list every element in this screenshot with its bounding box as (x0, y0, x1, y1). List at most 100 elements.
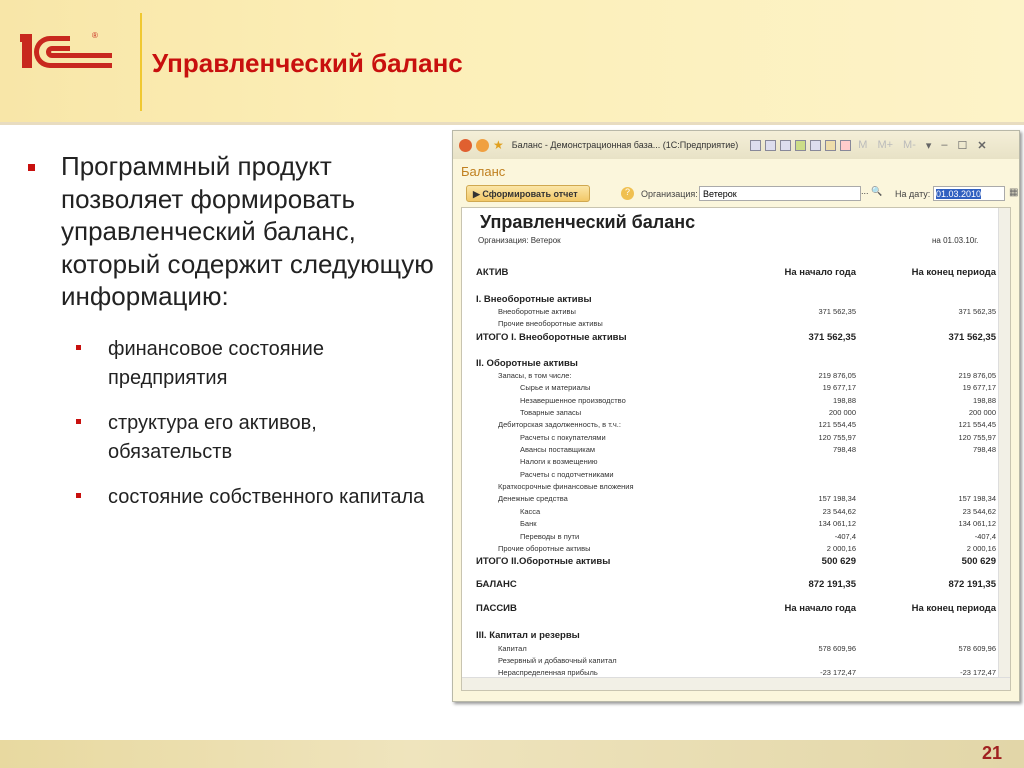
report-organization: Организация: Ветерок (478, 236, 561, 245)
vertical-scrollbar[interactable] (998, 208, 1010, 678)
row-end-value: На конец периода (911, 266, 996, 278)
organization-select-buttons[interactable]: ... 🔍 (861, 186, 882, 197)
generate-report-button[interactable]: ▶ Сформировать отчет (466, 185, 590, 202)
organization-label: Организация: (641, 189, 698, 199)
row-label: Банк (520, 519, 537, 529)
horizontal-scrollbar[interactable] (462, 677, 1010, 690)
row-start-value: 219 876,05 (818, 371, 856, 381)
date-label: На дату: (895, 189, 931, 199)
calendar-icon[interactable]: ▦ (1009, 187, 1018, 198)
report-row: Сырье и материалы 19 677,17 19 677,17 (476, 382, 996, 394)
preview-icon[interactable] (780, 139, 792, 151)
row-label: Касса (520, 506, 541, 516)
report-row: Банк 134 061,12 134 061,12 (476, 518, 996, 530)
sub-bullet: структура его активов, обязательств (76, 409, 438, 467)
row-end-value: 371 562,35 (948, 331, 996, 343)
favorites-star-icon[interactable]: ★ (493, 138, 504, 152)
minimize-button[interactable]: – (941, 139, 947, 151)
row-label: ИТОГО II.Оборотные активы (476, 556, 611, 568)
report-row: Резервный и добавочный капитал (476, 654, 996, 666)
row-start-value: 198,88 (833, 395, 856, 405)
row-end-value: 19 677,17 (962, 383, 996, 393)
report-row: Прочие внеоборотные активы (476, 318, 996, 330)
dropdown-icon[interactable]: ▾ (926, 139, 932, 152)
form-title: Баланс (461, 164, 506, 179)
row-label: Краткосрочные финансовые вложения (498, 482, 634, 492)
row-end-value: 23 544,62 (962, 506, 996, 516)
row-start-value: 371 562,35 (818, 307, 856, 317)
report-row: Внеоборотные активы 371 562,35 371 562,35 (476, 305, 996, 317)
row-end-value: 872 191,35 (948, 579, 996, 591)
date-input[interactable]: 01.03.2010 (933, 186, 1005, 201)
add-favorite-icon[interactable] (795, 139, 807, 151)
bullet-main: Программный продукт позволяет формироват… (28, 150, 438, 313)
row-end-value: 157 198,34 (958, 494, 996, 504)
help-icon[interactable]: ? (621, 187, 634, 200)
row-label: Нераспределенная прибыль (498, 668, 598, 678)
row-end-value: 798,48 (973, 445, 996, 455)
row-end-value: 121 554,45 (958, 420, 996, 430)
report-row: Расчеты с покупателями 120 755,97 120 755,… (476, 431, 996, 443)
row-start-value: 872 191,35 (808, 579, 856, 591)
1c-logo: ® (20, 31, 112, 68)
print-icon[interactable] (765, 139, 777, 151)
row-end-value: 120 755,97 (958, 432, 996, 442)
sub-bullet: состояние собственного капитала (76, 483, 438, 512)
maximize-button[interactable]: ☐ (958, 139, 968, 152)
memory-minus-button[interactable]: M- (903, 139, 916, 151)
close-button[interactable]: ✕ (977, 139, 986, 152)
calendar-icon[interactable] (840, 139, 852, 151)
calculator-icon[interactable] (825, 139, 837, 151)
row-start-value: 134 061,12 (818, 519, 856, 529)
row-label: АКТИВ (476, 266, 509, 278)
row-label: Незавершенное производство (520, 395, 626, 405)
row-end-value: 371 562,35 (958, 307, 996, 317)
report-row: АКТИВ На начало года На конец периода (476, 264, 996, 280)
row-label: Переводы в пути (520, 531, 580, 541)
row-start-value: 578 609,96 (818, 643, 856, 653)
report-row: ИТОГО II.Оборотные активы 500 629 500 629 (476, 555, 996, 569)
row-end-value: 500 629 (961, 556, 996, 568)
divider (140, 13, 142, 111)
memory-plus-button[interactable]: M+ (877, 139, 893, 151)
report-date: на 01.03.10г. (932, 236, 979, 245)
row-label: I. Внеоборотные активы (476, 293, 592, 305)
row-start-value: 121 554,45 (818, 420, 856, 430)
row-label: Запасы, в том числе: (498, 371, 572, 381)
link-icon[interactable] (810, 139, 822, 151)
row-start-value: На начало года (784, 603, 856, 615)
svg-text:®: ® (92, 31, 98, 40)
report-table: АКТИВ На начало года На конец периода I. Вн… (476, 256, 996, 679)
date-value: 01.03.2010 (936, 189, 982, 199)
row-label: Расчеты с подотчетниками (520, 469, 614, 479)
row-label: ИТОГО I. Внеоборотные активы (476, 331, 627, 343)
report-row: Товарные запасы 200 000 200 000 (476, 406, 996, 418)
row-start-value: -407,4 (834, 531, 856, 541)
page-number: 21 (981, 743, 1002, 763)
row-start-value: 371 562,35 (808, 331, 856, 343)
slide-footer: 21 (0, 740, 1024, 768)
row-label: II. Оборотные активы (476, 357, 578, 369)
row-end-value: 200 000 (968, 408, 996, 418)
slide-title: Управленческий баланс (152, 48, 463, 78)
report-row: Дебиторская задолженность, в т.ч.: 121 55… (476, 419, 996, 431)
report-row: Капитал 578 609,96 578 609,96 (476, 642, 996, 654)
report-row: ИТОГО I. Внеоборотные активы 371 562,35 37… (476, 330, 996, 344)
row-end-value: -407,4 (974, 531, 996, 541)
report-area: Управленческий баланс Организация: Ветер… (461, 207, 1011, 691)
menu-icon[interactable] (476, 138, 489, 152)
title-bar: ★ Баланс - Демонстрационная база... (1С:… (453, 131, 1019, 159)
memory-button[interactable]: M (858, 139, 867, 151)
row-end-value: 219 876,05 (958, 371, 996, 381)
save-icon[interactable] (750, 139, 762, 151)
row-start-value: -23 172,47 (820, 668, 856, 678)
row-start-value: 157 198,34 (818, 494, 856, 504)
row-label: Налоги к возмещению (520, 457, 598, 467)
1c-app-icon[interactable] (459, 138, 472, 152)
organization-input[interactable]: Ветерок (699, 186, 861, 201)
row-start-value: На начало года (784, 266, 856, 278)
row-end-value: На конец периода (911, 603, 996, 615)
row-label: Расчеты с покупателями (520, 432, 606, 442)
report-row: Незавершенное производство 198,88 198,88 (476, 394, 996, 406)
report-row: Запасы, в том числе: 219 876,05 219 876,05 (476, 369, 996, 381)
